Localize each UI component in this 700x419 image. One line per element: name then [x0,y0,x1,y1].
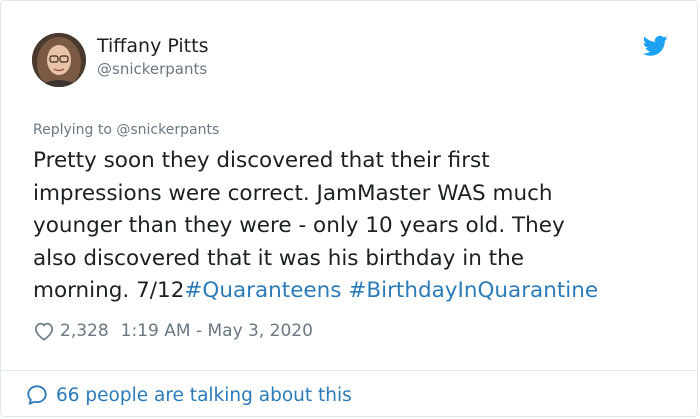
tweet-line: impressions were correct. JamMaster WAS … [33,180,553,206]
conversation-link[interactable]: 66 people are talking about this [26,382,352,408]
avatar[interactable] [32,33,86,87]
like-count[interactable]: 2,328 [60,321,109,341]
conversation-link-label: 66 people are talking about this [56,384,352,406]
divider [1,370,697,371]
speech-bubble-icon [27,385,47,405]
hashtag-link[interactable]: #BirthdayInQuarantine [348,278,598,303]
tweet-timestamp[interactable]: 1:19 AM - May 3, 2020 [121,321,313,341]
hashtag-link[interactable]: #Quaranteens [184,278,341,303]
tweet-line: Pretty soon they discovered that their f… [33,148,490,173]
tweet-meta: 2,328 1:19 AM - May 3, 2020 [33,319,313,343]
tweet-text: Pretty soon they discovered that their f… [33,145,678,308]
tweet-line-last: morning. 7/12#Quaranteens #BirthdayInQua… [33,275,678,308]
replying-to[interactable]: Replying to @snickerpants [33,121,219,139]
tweet-line-text: morning. 7/12 [33,278,185,303]
heart-icon[interactable] [33,321,55,341]
author-handle[interactable]: @snickerpants [97,60,207,78]
avatar-image [32,33,86,87]
tweet-line: younger than they were - only 10 years o… [33,213,565,238]
twitter-bird-icon[interactable] [643,35,668,57]
tweet-card: Tiffany Pitts @snickerpants Replying to … [0,0,698,417]
author-display-name[interactable]: Tiffany Pitts [97,34,208,58]
tweet-line: also discovered that it was his birthday… [33,245,524,271]
